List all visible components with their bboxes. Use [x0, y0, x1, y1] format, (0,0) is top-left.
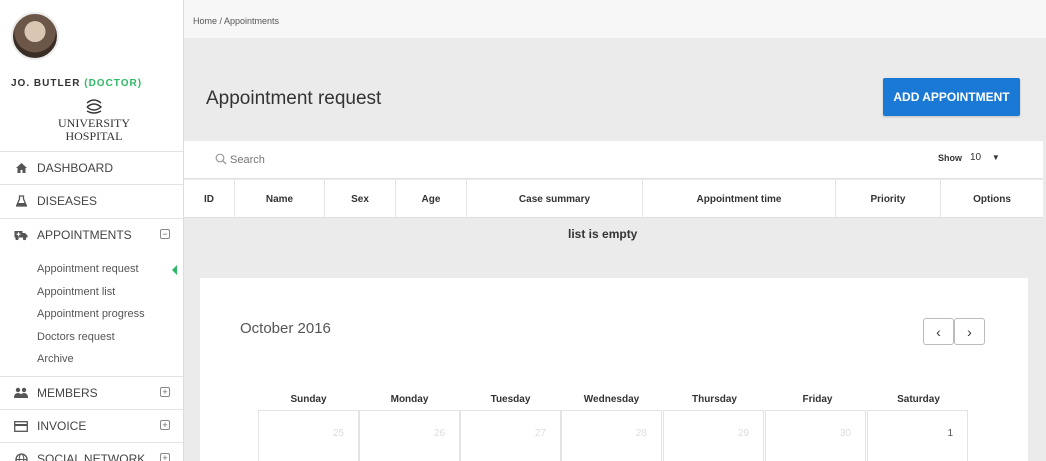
page-size-select[interactable]: 10 ▼	[970, 152, 1000, 163]
sidebar-item-label: APPOINTMENTS	[37, 228, 132, 242]
expand-icon[interactable]: +	[160, 387, 170, 397]
card-icon	[14, 419, 28, 433]
column-header-sex[interactable]: Sex	[325, 180, 396, 218]
column-header-priority[interactable]: Priority	[836, 180, 941, 218]
sidebar-item-label: MEMBERS	[37, 386, 98, 400]
weekday-label: Sunday	[290, 394, 327, 405]
breadcrumb[interactable]: Home / Appointments	[184, 0, 1046, 38]
column-header-options[interactable]: Options	[941, 180, 1043, 218]
show-label: Show	[938, 153, 962, 163]
submenu-archive[interactable]: Archive	[37, 353, 74, 365]
search-icon	[215, 153, 227, 165]
calendar-day[interactable]: 1	[867, 410, 968, 461]
column-header-name[interactable]: Name	[235, 180, 325, 218]
user-name: JO. BUTLER (DOCTOR)	[11, 78, 142, 89]
calendar-day[interactable]: 27	[460, 410, 561, 461]
calendar-day[interactable]: 28	[561, 410, 662, 461]
sidebar-item-appointments[interactable]: APPOINTMENTS −	[0, 218, 183, 251]
search-input[interactable]	[230, 150, 530, 170]
submenu-doctors-request[interactable]: Doctors request	[37, 331, 115, 343]
sidebar-item-label: DASHBOARD	[37, 161, 114, 175]
expand-icon[interactable]: +	[160, 453, 170, 461]
calendar-day[interactable]: 29	[663, 410, 764, 461]
weekday-label: Monday	[390, 394, 429, 405]
column-header-appointment-time[interactable]: Appointment time	[643, 180, 836, 218]
ambulance-icon	[14, 228, 28, 242]
column-header-case-summary[interactable]: Case summary	[467, 180, 643, 218]
flask-icon	[14, 194, 28, 208]
sidebar-item-dashboard[interactable]: DASHBOARD	[0, 151, 183, 184]
logo-line-2: HOSPITAL	[65, 129, 123, 143]
logo-line-1: UNIVERSITY	[58, 116, 130, 130]
sidebar-item-label: DISEASES	[37, 194, 98, 208]
calendar-day[interactable]: 26	[359, 410, 460, 461]
weekday-label: Friday	[802, 394, 833, 405]
page-title: Appointment request	[206, 88, 382, 109]
weekday-label: Saturday	[897, 394, 940, 405]
user-role: (DOCTOR)	[84, 78, 143, 89]
search-bar: Show 10 ▼	[184, 141, 1043, 179]
sidebar-item-label: SOCIAL NETWORK	[37, 452, 146, 461]
caret-down-icon: ▼	[991, 153, 1000, 162]
calendar-next-button[interactable]: ›	[954, 318, 985, 345]
sidebar: JO. BUTLER (DOCTOR) UNIVERSITY HOSPITAL …	[0, 0, 184, 461]
collapse-icon[interactable]: −	[160, 229, 170, 239]
calendar: October 2016 ‹ › Sunday Monday Tuesday W…	[200, 278, 1028, 461]
table-header: ID Name Sex Age Case summary Appointment…	[184, 180, 1043, 218]
sidebar-item-diseases[interactable]: DISEASES	[0, 184, 183, 217]
hospital-logo: UNIVERSITY HOSPITAL	[54, 96, 134, 142]
chevron-right-icon: ›	[967, 323, 972, 340]
weekday-label: Thursday	[691, 394, 737, 405]
add-appointment-button[interactable]: ADD APPOINTMENT	[883, 78, 1020, 116]
submenu-appointment-request[interactable]: Appointment request	[37, 263, 139, 275]
avatar[interactable]	[11, 12, 59, 60]
active-indicator-icon	[172, 265, 177, 275]
calendar-prev-button[interactable]: ‹	[923, 318, 954, 345]
globe-icon	[14, 452, 28, 461]
weekday-label: Wednesday	[583, 394, 640, 405]
column-header-age[interactable]: Age	[396, 180, 467, 218]
weekday-label: Tuesday	[490, 394, 531, 405]
sidebar-item-invoice[interactable]: INVOICE +	[0, 409, 183, 442]
user-name-text: JO. BUTLER	[11, 78, 81, 89]
calendar-title: October 2016	[240, 320, 331, 337]
submenu-appointment-progress[interactable]: Appointment progress	[37, 308, 145, 320]
calendar-day[interactable]: 30	[765, 410, 866, 461]
submenu-appointment-list[interactable]: Appointment list	[37, 286, 115, 298]
sidebar-item-social-network[interactable]: SOCIAL NETWORK +	[0, 442, 183, 461]
calendar-day[interactable]: 25	[258, 410, 359, 461]
sidebar-item-label: INVOICE	[37, 419, 87, 433]
expand-icon[interactable]: +	[160, 420, 170, 430]
chevron-left-icon: ‹	[936, 323, 941, 340]
users-icon	[14, 386, 28, 400]
page-size-value: 10	[970, 152, 982, 163]
column-header-id[interactable]: ID	[184, 180, 235, 218]
sidebar-item-members[interactable]: MEMBERS +	[0, 376, 183, 409]
home-icon	[14, 161, 28, 175]
empty-state: list is empty	[568, 227, 638, 241]
hospital-logo-icon	[86, 99, 103, 114]
